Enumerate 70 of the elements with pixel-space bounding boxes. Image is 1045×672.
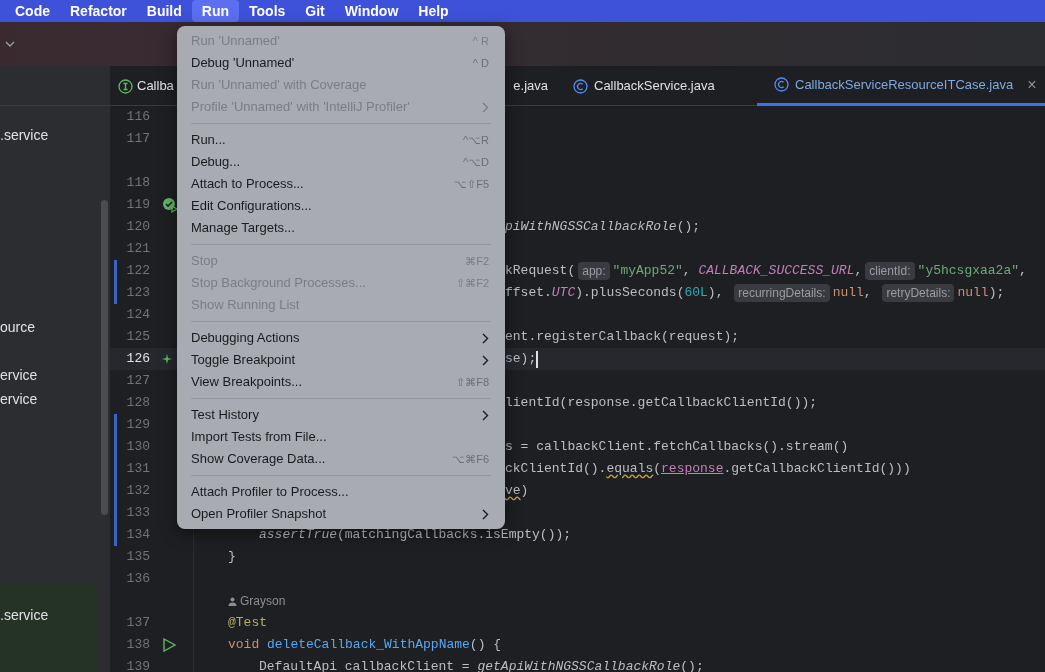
line-number: 134 bbox=[125, 526, 150, 545]
line-number: 139 bbox=[125, 658, 150, 672]
code-token: () { bbox=[469, 636, 502, 655]
code-token: lientId(response.getCallbackClientId()); bbox=[505, 394, 818, 413]
line-number: 121 bbox=[125, 240, 150, 259]
code-token: , bbox=[1019, 262, 1028, 281]
code-token: , bbox=[854, 262, 863, 281]
code-token: (); bbox=[676, 218, 701, 237]
code-token: ckClientId(). bbox=[505, 460, 607, 479]
code-token: ffset. bbox=[505, 284, 552, 303]
line-number: 118 bbox=[125, 174, 150, 193]
line-number: 116 bbox=[125, 108, 150, 127]
line-number: 120 bbox=[125, 218, 150, 237]
code-token: s = callbackClient.fetchCallbacks().stream() bbox=[505, 438, 849, 457]
code-token: ); bbox=[988, 284, 1005, 303]
shortcut-label: ^ D bbox=[472, 55, 489, 71]
line-number: 136 bbox=[125, 570, 150, 589]
parameter-hint: clientId: bbox=[865, 262, 915, 280]
parameter-hint: app: bbox=[578, 262, 610, 280]
code-token: "y5hcsgxaa2a" bbox=[917, 262, 1020, 281]
code-token: "myApp52" bbox=[612, 262, 683, 281]
line-number: 137 bbox=[125, 614, 150, 633]
line-number: 138 bbox=[125, 636, 150, 655]
code-token: UTC bbox=[551, 284, 576, 303]
code-token: se); bbox=[505, 350, 537, 369]
code-token: ), bbox=[707, 284, 725, 303]
shortcut-label: ^⌥R bbox=[462, 132, 489, 148]
code-token: , bbox=[682, 262, 692, 281]
code-token: (matchingCallbacks.isEmpty()); bbox=[337, 526, 572, 545]
code-token: deleteCallback_WithAppName bbox=[267, 636, 470, 655]
line-number: 131 bbox=[125, 460, 150, 479]
shortcut-label: ⇧⌘F8 bbox=[456, 374, 489, 390]
code-token: kRequest( bbox=[505, 262, 576, 281]
code-token: ve bbox=[505, 482, 521, 501]
line-number: 125 bbox=[125, 328, 150, 347]
shortcut-label: ⌥⌘F6 bbox=[452, 451, 489, 467]
code-token: ent.registerCallback(request); bbox=[505, 328, 740, 347]
line-number: 127 bbox=[125, 372, 150, 391]
line-number: 126 bbox=[125, 350, 150, 369]
line-number: 122 bbox=[125, 262, 150, 281]
code-token: ).plusSeconds( bbox=[575, 284, 685, 303]
line-number: 130 bbox=[125, 438, 150, 457]
line-number: 133 bbox=[125, 504, 150, 523]
code-token: 60L bbox=[684, 284, 708, 303]
code-token: CALLBACK_SUCCESS_URL bbox=[698, 262, 855, 281]
line-number: 135 bbox=[125, 548, 150, 567]
parameter-hint: retryDetails: bbox=[882, 284, 955, 302]
parameter-hint: recurringDetails: bbox=[734, 284, 830, 302]
line-number: 124 bbox=[125, 306, 150, 325]
code-token: equals bbox=[606, 460, 654, 479]
code-token: assertTrue bbox=[259, 526, 337, 545]
line-number: 117 bbox=[125, 130, 150, 149]
code-token: .getCallbackClientId())) bbox=[723, 460, 911, 479]
code-token: piWithNGSSCallbackRole bbox=[505, 218, 677, 237]
code-token: void bbox=[228, 636, 261, 655]
code-token: ( bbox=[653, 460, 662, 479]
line-number: 123 bbox=[125, 284, 150, 303]
code-token: ) bbox=[520, 482, 529, 501]
line-number: 119 bbox=[125, 196, 150, 215]
line-number: 128 bbox=[125, 394, 150, 413]
code-token: @Test bbox=[228, 614, 267, 633]
shortcut-label: ^⌥D bbox=[462, 154, 489, 170]
shortcut-label: ⌥⇧F5 bbox=[454, 176, 489, 192]
code-token: null bbox=[832, 284, 864, 303]
code-token: response bbox=[661, 460, 724, 479]
code-token: , bbox=[863, 284, 873, 303]
line-number: 132 bbox=[125, 482, 150, 501]
code-token: null bbox=[957, 284, 989, 303]
code-token: } bbox=[228, 548, 236, 567]
line-number: 129 bbox=[125, 416, 150, 435]
